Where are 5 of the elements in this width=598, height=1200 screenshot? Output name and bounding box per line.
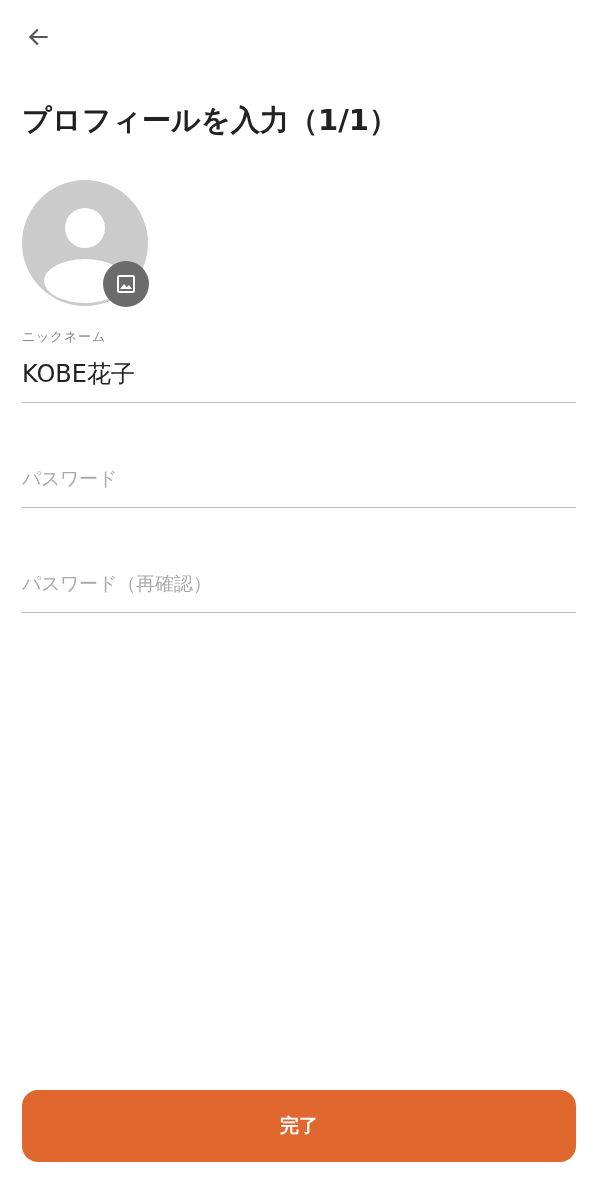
image-icon[interactable] (103, 261, 149, 307)
page-title: プロフィールを入力（1/1） (22, 102, 399, 138)
password-field[interactable]: パスワード（再確認） (22, 562, 576, 613)
password-field[interactable]: パスワード (22, 457, 576, 508)
nickname-field[interactable]: ニックネーム KOBE花子 (22, 326, 576, 403)
